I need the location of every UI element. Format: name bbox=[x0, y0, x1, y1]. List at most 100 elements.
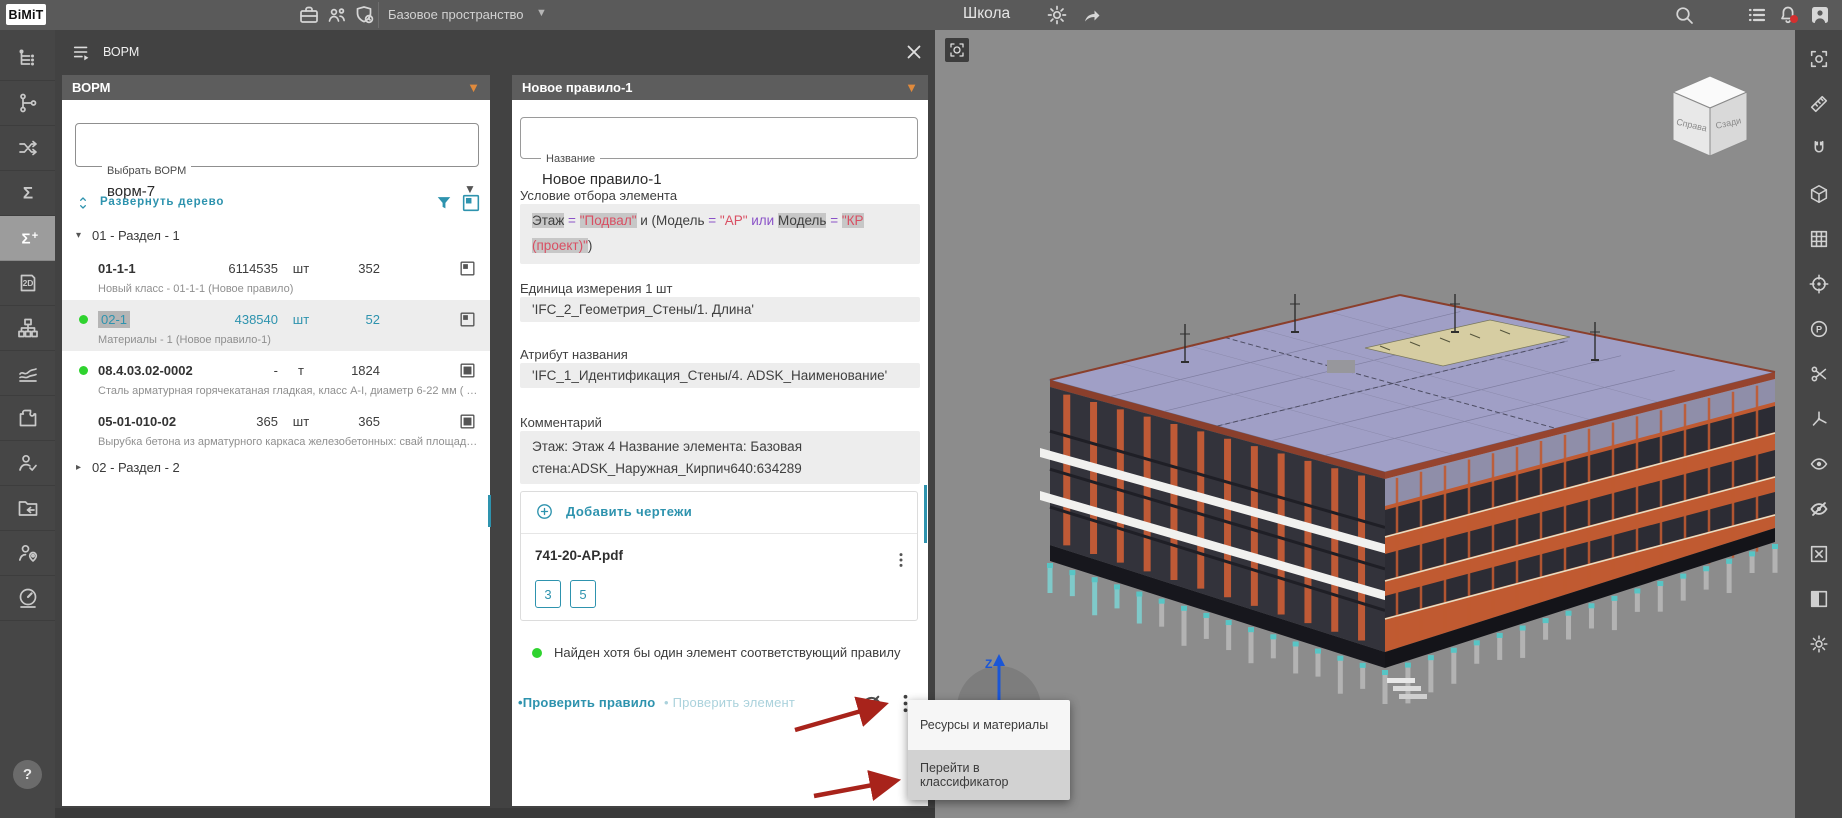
rule-status: Найден хотя бы один элемент соответствую… bbox=[532, 645, 901, 660]
sidebar-item-takeoff-rules[interactable]: Σ+ bbox=[0, 216, 55, 261]
sidebar-item-links[interactable] bbox=[0, 126, 55, 171]
view-tool-section-cut[interactable] bbox=[1795, 353, 1842, 395]
view-tool-fit-view[interactable] bbox=[1795, 38, 1842, 80]
check-rule-link[interactable]: •Проверить правило bbox=[518, 695, 655, 710]
panel-menu-icon[interactable] bbox=[71, 41, 93, 63]
add-drawings-button[interactable]: Добавить чертежи bbox=[535, 502, 692, 521]
group-triangle-icon: ▾ bbox=[76, 230, 92, 241]
eye-off-icon[interactable] bbox=[859, 691, 884, 716]
list-menu-icon[interactable] bbox=[1745, 3, 1769, 27]
takeoff-icon: Σ bbox=[16, 181, 40, 205]
plan-mode-icon: P bbox=[1808, 318, 1830, 340]
sidebar-item-relations[interactable] bbox=[0, 81, 55, 126]
row-checkbox-icon[interactable] bbox=[458, 310, 477, 329]
tree-row[interactable]: 02-1438540шт52Материалы - 1 (Новое прави… bbox=[62, 300, 490, 351]
context-menu-item[interactable]: Ресурсы и материалы bbox=[908, 700, 1070, 750]
view-tool-show-elements[interactable] bbox=[1795, 443, 1842, 485]
view-tool-plan-mode[interactable]: P bbox=[1795, 308, 1842, 350]
row-checkbox-icon[interactable] bbox=[458, 361, 477, 380]
notifications-icon[interactable] bbox=[1776, 3, 1800, 27]
context-menu-item[interactable]: Перейти в классификатор bbox=[908, 750, 1070, 800]
tree-scrollbar-thumb[interactable] bbox=[488, 495, 491, 527]
sheet-chip[interactable]: 5 bbox=[570, 580, 596, 608]
view-cube[interactable]: Справа Сзади bbox=[1663, 70, 1757, 180]
view-tool-locate[interactable] bbox=[1795, 263, 1842, 305]
rule-collapse-chevron-icon[interactable]: ▼ bbox=[905, 80, 918, 95]
user-avatar[interactable] bbox=[1808, 3, 1832, 27]
workspace-chevron-down-icon[interactable]: ▼ bbox=[536, 7, 547, 19]
sidebar-item-approvals[interactable] bbox=[0, 441, 55, 486]
tree-group-header[interactable]: ▾01 - Раздел - 1 bbox=[62, 221, 490, 249]
status-green-dot bbox=[532, 648, 542, 658]
expand-tree-link[interactable]: Развернуть дерево bbox=[100, 196, 224, 208]
drawings-card: Добавить чертежи 741-20-АР.pdf 35 bbox=[520, 491, 918, 621]
shield-access-icon[interactable] bbox=[353, 3, 377, 27]
rule-subpanel: Новое правило-1 ▼ Название Новое правило… bbox=[512, 75, 928, 806]
context-menu: Ресурсы и материалыПерейти в классификат… bbox=[908, 700, 1070, 800]
view-tool-grid[interactable] bbox=[1795, 218, 1842, 260]
section-cut-icon bbox=[1808, 363, 1830, 385]
view-tool-section-box[interactable] bbox=[1795, 173, 1842, 215]
capture-view-button[interactable] bbox=[945, 38, 969, 62]
view-tool-clear-selection[interactable] bbox=[1795, 533, 1842, 575]
view-settings-icon bbox=[1808, 633, 1830, 655]
row-subtitle: Вырубка бетона из арматурного каркаса же… bbox=[98, 436, 490, 448]
tree-row[interactable]: 08.4.03.02-0002-т1824Сталь арматурная го… bbox=[62, 351, 490, 402]
workspace-selector[interactable]: Базовое пространство bbox=[388, 7, 524, 22]
condition-expression[interactable]: Этаж = "Подвал" и (Модель = "АР" или Мод… bbox=[520, 204, 920, 264]
share-icon[interactable] bbox=[1080, 3, 1104, 27]
search-icon[interactable] bbox=[1672, 3, 1696, 27]
drawing-file-name[interactable]: 741-20-АР.pdf bbox=[535, 548, 623, 563]
help-button[interactable]: ? bbox=[13, 760, 42, 789]
group-label: 01 - Раздел - 1 bbox=[92, 228, 180, 243]
row-checkbox-icon[interactable] bbox=[458, 412, 477, 431]
sidebar-item-dashboard[interactable] bbox=[0, 576, 55, 621]
sidebar-item-charts[interactable] bbox=[0, 351, 55, 396]
rule-scrollbar-thumb[interactable] bbox=[924, 485, 927, 543]
project-title: Школа bbox=[963, 5, 1010, 23]
unit-label: Единица измерения 1 шт bbox=[520, 281, 672, 296]
clear-selection-icon bbox=[1808, 543, 1830, 565]
tree-row[interactable]: 01-1-16114535шт352Новый класс - 01-1-1 (… bbox=[62, 249, 490, 300]
user-location-icon bbox=[16, 541, 40, 565]
close-icon[interactable] bbox=[903, 41, 925, 63]
sheet-chip[interactable]: 3 bbox=[535, 580, 561, 608]
card-divider bbox=[521, 533, 917, 534]
view-tool-snap[interactable] bbox=[1795, 128, 1842, 170]
sidebar-item-classifier[interactable] bbox=[0, 306, 55, 351]
vorm-select-label: Выбрать ВОРМ bbox=[102, 165, 191, 177]
vorm-collapse-chevron-icon[interactable]: ▼ bbox=[467, 80, 480, 95]
show-elements-icon bbox=[1808, 453, 1830, 475]
row-checkbox-icon[interactable] bbox=[458, 259, 477, 278]
condition-label: Условие отбора элемента bbox=[520, 188, 677, 203]
sidebar-item-model-structure[interactable] bbox=[0, 36, 55, 81]
vorm-panel: ВОРМ ВОРМ ▼ Выбрать ВОРМ ворм-7 ▼ Развер… bbox=[55, 30, 935, 808]
tree-row[interactable]: 05-01-010-02365шт365Вырубка бетона из ар… bbox=[62, 402, 490, 453]
sidebar-item-drawings-2d[interactable]: 2D bbox=[0, 261, 55, 306]
view-tool-view-settings[interactable] bbox=[1795, 623, 1842, 665]
classifier-icon bbox=[16, 316, 40, 340]
rule-name-field[interactable]: Название Новое правило-1 bbox=[520, 117, 918, 159]
select-visible-icon[interactable] bbox=[460, 192, 482, 214]
projects-icon[interactable] bbox=[297, 3, 321, 27]
team-icon[interactable] bbox=[325, 3, 349, 27]
sidebar-item-takeoff[interactable]: Σ bbox=[0, 171, 55, 216]
drawing-kebab-menu-icon[interactable] bbox=[891, 550, 911, 570]
sidebar-item-plugins[interactable] bbox=[0, 396, 55, 441]
sidebar-item-user-location[interactable] bbox=[0, 531, 55, 576]
expand-collapse-icon[interactable] bbox=[75, 195, 91, 211]
vorm-section-header: ВОРМ ▼ bbox=[62, 75, 490, 100]
filter-icon[interactable] bbox=[434, 193, 454, 213]
row-subtitle: Новый класс - 01-1-1 (Новое правило) bbox=[98, 283, 490, 295]
view-tool-fill-mode[interactable] bbox=[1795, 578, 1842, 620]
vorm-select[interactable]: Выбрать ВОРМ ворм-7 ▼ bbox=[75, 123, 479, 167]
view-tool-axes[interactable] bbox=[1795, 398, 1842, 440]
section-box-icon bbox=[1808, 183, 1830, 205]
project-settings-icon[interactable] bbox=[1045, 3, 1069, 27]
check-element-link[interactable]: • Проверить элемент bbox=[664, 695, 795, 710]
dashboard-icon bbox=[16, 586, 40, 610]
view-tool-measure[interactable] bbox=[1795, 83, 1842, 125]
tree-group-header[interactable]: ▸02 - Раздел - 2 bbox=[62, 453, 490, 481]
view-tool-hide-elements[interactable] bbox=[1795, 488, 1842, 530]
sidebar-item-export[interactable] bbox=[0, 486, 55, 531]
